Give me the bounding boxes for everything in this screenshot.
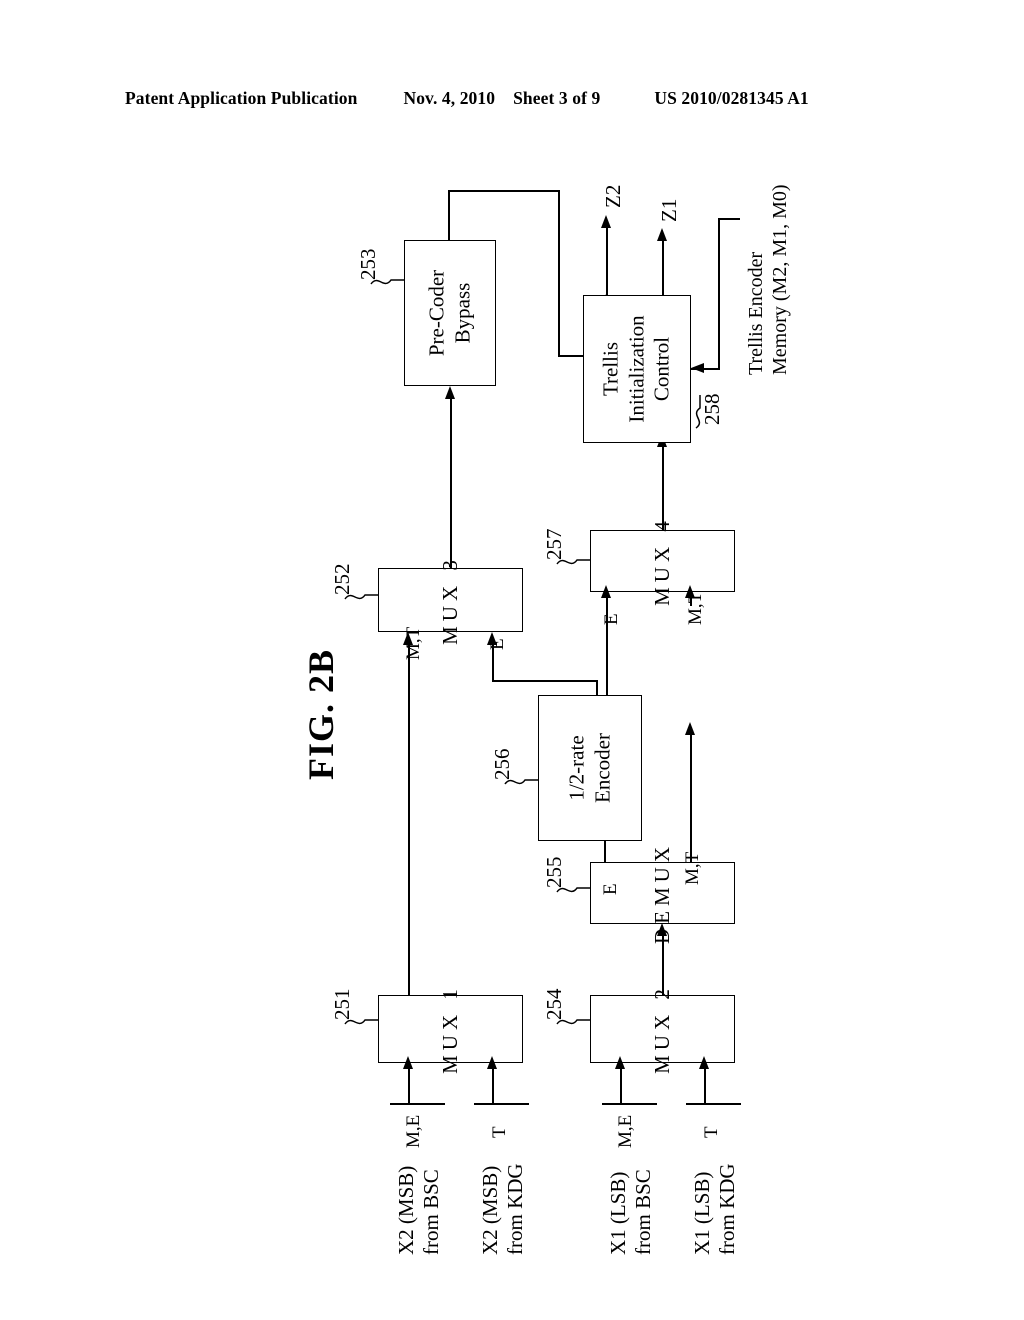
signal-x1-bsc: M,E bbox=[615, 1114, 636, 1148]
block-precoder-bypass-line1: Pre-Coder bbox=[424, 269, 449, 357]
arrowhead-mux2-in-b bbox=[699, 1056, 709, 1069]
wire-demux-to-mux4 bbox=[690, 730, 692, 862]
wire-mux2-in-a bbox=[620, 1063, 622, 1103]
leader-line-251 bbox=[344, 1019, 378, 1025]
input-label-x2-kdg: X2 (MSB) from KDG bbox=[478, 1163, 528, 1255]
signal-x2-bsc: M,E bbox=[403, 1114, 424, 1148]
output-label-z1: Z1 bbox=[657, 198, 681, 222]
signal-demux-mt: M,T bbox=[682, 851, 703, 885]
input-label-x2-bsc: X2 (MSB) from BSC bbox=[394, 1166, 444, 1255]
wire-out-z1 bbox=[662, 235, 664, 295]
leader-line-257 bbox=[556, 559, 590, 565]
wire-memory-vertical bbox=[718, 218, 720, 370]
arrowhead-mux1-in-b bbox=[487, 1056, 497, 1069]
input-label-x2-kdg-line1: X2 (MSB) bbox=[478, 1165, 502, 1255]
leader-line-252 bbox=[344, 594, 378, 600]
signal-mux3-mt: M,T bbox=[403, 626, 424, 660]
block-mux2-label: MUX 2 bbox=[649, 984, 674, 1074]
arrowhead-mux3-to-precoder bbox=[445, 386, 455, 399]
signal-x1-kdg: T bbox=[701, 1126, 722, 1138]
label-trellis-encoder-memory-line1: Trellis Encoder bbox=[745, 251, 767, 375]
rule-x1-bsc bbox=[602, 1103, 657, 1105]
block-mux1-label: MUX 1 bbox=[437, 984, 462, 1074]
block-half-rate-encoder-line1: 1/2-rate bbox=[564, 735, 589, 801]
signal-mux4-e: E bbox=[601, 613, 622, 625]
signal-demux-e: E bbox=[600, 883, 621, 895]
header-docnumber: US 2010/0281345 A1 bbox=[654, 88, 809, 108]
wire-mux1-to-mux3 bbox=[408, 640, 410, 995]
header-date: Nov. 4, 2010 bbox=[403, 88, 496, 108]
wire-memory-top-stub bbox=[718, 218, 740, 220]
block-mux3-label: MUX 3 bbox=[437, 555, 462, 645]
arrowhead-memory-to-trellis bbox=[691, 363, 704, 373]
block-trellis-line1: Trellis bbox=[598, 341, 623, 397]
arrowhead-mux1-in-a bbox=[403, 1056, 413, 1069]
block-half-rate-encoder-line2: Encoder bbox=[590, 733, 614, 803]
leader-line-258 bbox=[695, 395, 701, 429]
block-trellis-initialization-control[interactable]: Trellis Initialization Control bbox=[583, 295, 691, 443]
block-half-rate-encoder-label: 1/2-rate Encoder bbox=[564, 733, 615, 803]
arrowhead-out-z1 bbox=[657, 228, 667, 241]
leader-line-253 bbox=[370, 279, 404, 285]
input-label-x1-bsc: X1 (LSB) from BSC bbox=[606, 1169, 656, 1255]
arrowhead-mux4-in-mt bbox=[685, 585, 695, 598]
block-precoder-bypass[interactable]: Pre-Coder Bypass bbox=[404, 240, 496, 386]
input-label-x2-bsc-line1: X2 (MSB) bbox=[394, 1165, 418, 1255]
input-label-x1-bsc-line1: X1 (LSB) bbox=[606, 1171, 630, 1255]
leader-line-255 bbox=[556, 887, 590, 893]
arrowhead-encoder-to-mux4 bbox=[601, 585, 611, 598]
block-mux3[interactable]: MUX 3 bbox=[378, 555, 523, 645]
wire-mux2-in-b bbox=[704, 1063, 706, 1103]
signal-x2-kdg: T bbox=[489, 1126, 510, 1138]
rule-x2-bsc bbox=[390, 1103, 445, 1105]
arrowhead-mux2-in-a bbox=[615, 1056, 625, 1069]
arrowhead-demux-to-mux4 bbox=[685, 722, 695, 735]
leader-line-256 bbox=[504, 779, 538, 785]
block-mux2[interactable]: MUX 2 bbox=[590, 984, 735, 1074]
block-demux-label: DEMUX bbox=[649, 842, 674, 944]
arrowhead-enc-to-mux3 bbox=[487, 632, 497, 645]
wire-mux4-to-trellis bbox=[662, 442, 664, 530]
wire-mux3-to-precoder bbox=[450, 393, 452, 568]
wire-mux1-in-a bbox=[408, 1063, 410, 1103]
rule-x1-kdg bbox=[686, 1103, 741, 1105]
input-label-x1-kdg-line1: X1 (LSB) bbox=[690, 1171, 714, 1255]
input-label-x2-bsc-line2: from BSC bbox=[418, 1169, 443, 1255]
block-trellis-line2: Initialization bbox=[624, 315, 649, 423]
wire-demux-to-encoder bbox=[604, 840, 606, 862]
input-label-x1-kdg-line2: from KDG bbox=[714, 1163, 739, 1255]
wire-precoder-out-v2 bbox=[558, 190, 560, 356]
input-label-x1-bsc-line2: from BSC bbox=[630, 1169, 655, 1255]
header-sheet: Sheet 3 of 9 bbox=[513, 88, 601, 108]
block-precoder-bypass-line2: Bypass bbox=[450, 282, 474, 344]
block-trellis-initialization-control-label: Trellis Initialization Control bbox=[599, 315, 676, 422]
block-trellis-line3: Control bbox=[649, 336, 674, 402]
block-mux4[interactable]: MUX 4 bbox=[590, 516, 735, 606]
leader-line-254 bbox=[556, 1019, 590, 1025]
block-precoder-bypass-label: Pre-Coder Bypass bbox=[424, 270, 475, 356]
input-label-x1-kdg: X1 (LSB) from KDG bbox=[690, 1163, 740, 1255]
wire-precoder-out-v1 bbox=[448, 190, 450, 240]
wire-mux1-in-b bbox=[492, 1063, 494, 1103]
arrowhead-out-z2 bbox=[601, 215, 611, 228]
header-publication: Patent Application Publication bbox=[125, 88, 358, 108]
input-label-x2-kdg-line2: from KDG bbox=[502, 1163, 527, 1255]
rule-x2-kdg bbox=[474, 1103, 529, 1105]
wire-out-z2 bbox=[606, 222, 608, 295]
wire-precoder-out-h1 bbox=[450, 190, 560, 192]
block-mux1[interactable]: MUX 1 bbox=[378, 984, 523, 1074]
label-trellis-encoder-memory: Trellis Encoder Memory (M2, M1, M0) bbox=[745, 184, 792, 375]
figure-2b-diagram: FIG. 2B MUX 1 251 M,E T X2 (MSB) from BS… bbox=[0, 140, 1024, 1300]
block-half-rate-encoder[interactable]: 1/2-rate Encoder bbox=[538, 695, 642, 841]
page-header: Patent Application Publication Nov. 4, 2… bbox=[125, 88, 900, 109]
figure-title: FIG. 2B bbox=[301, 648, 341, 780]
wire-encoder-to-mux4 bbox=[606, 592, 608, 696]
wire-enc-to-mux3-h bbox=[492, 680, 597, 682]
label-trellis-encoder-memory-line2: Memory (M2, M1, M0) bbox=[768, 184, 791, 375]
wire-enc-to-mux3-v bbox=[492, 640, 494, 682]
output-label-z2: Z2 bbox=[601, 184, 625, 208]
